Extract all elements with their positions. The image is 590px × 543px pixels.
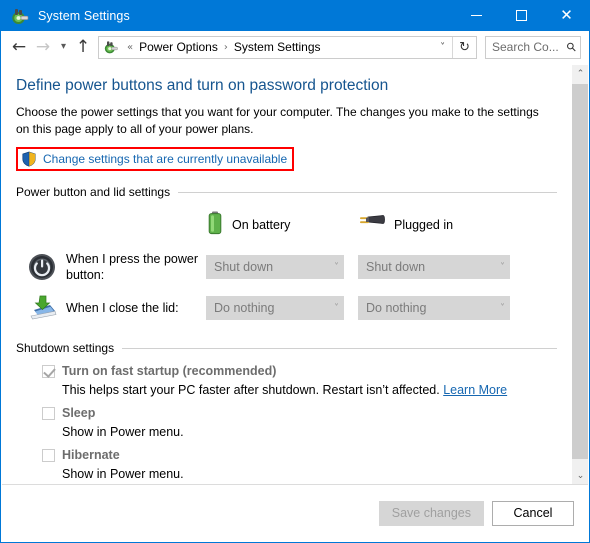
- close-lid-on-battery-cell: Do nothing ˅: [206, 296, 358, 320]
- checkbox-sleep[interactable]: [42, 406, 55, 420]
- maximize-button[interactable]: [499, 0, 544, 31]
- close-lid-plugged-in-cell: Do nothing ˅: [358, 296, 510, 320]
- address-dropdown-icon[interactable]: ˅: [433, 42, 452, 53]
- chevron-down-icon: ˅: [334, 302, 339, 314]
- list-item: Turn on fast startup (recommended) This …: [42, 361, 557, 400]
- checkbox-sleep-label: Sleep: [62, 406, 96, 420]
- change-settings-link[interactable]: Change settings that are currently unava…: [43, 152, 287, 166]
- page-description: Choose the power settings that you want …: [16, 105, 539, 136]
- scroll-up-button[interactable]: ⌃: [572, 65, 588, 82]
- fast-startup-description-text: This helps start your PC faster after sh…: [62, 383, 444, 397]
- uac-shield-icon: [21, 151, 37, 167]
- scroll-down-button[interactable]: ⌄: [572, 467, 588, 484]
- chevron-down-icon: ˅: [500, 302, 505, 314]
- window-title: System Settings: [38, 8, 130, 23]
- dialog-footer: Save changes Cancel: [2, 484, 588, 541]
- section-divider: [122, 347, 557, 349]
- sleep-description: Show in Power menu.: [62, 425, 184, 439]
- title-bar: System Settings ✕: [1, 0, 589, 31]
- forward-arrow-icon[interactable]: →: [31, 35, 55, 59]
- shutdown-section-title: Shutdown settings: [16, 341, 115, 355]
- column-header-on-battery: On battery: [206, 210, 358, 241]
- page-title: Define power buttons and turn on passwor…: [16, 77, 389, 94]
- power-button-lid-group: Power button and lid settings On battery…: [16, 185, 557, 327]
- shutdown-options-list: Turn on fast startup (recommended) This …: [16, 361, 557, 484]
- power-settings-icon: [103, 39, 119, 55]
- checkbox-row-hibernate[interactable]: Hibernate: [42, 445, 557, 465]
- back-arrow-icon[interactable]: ←: [7, 35, 31, 59]
- column-header-plugged-in-label: Plugged in: [394, 218, 454, 232]
- shutdown-section-header: Shutdown settings: [16, 341, 557, 355]
- learn-more-link[interactable]: Learn More: [443, 383, 507, 397]
- list-item: Hibernate Show in Power menu.: [42, 445, 557, 484]
- checkbox-hibernate[interactable]: [42, 448, 55, 462]
- search-box[interactable]: Search Co... ⚲: [485, 35, 581, 59]
- battery-icon: [206, 210, 224, 241]
- laptop-lid-icon: [26, 292, 58, 324]
- hibernate-description: Show in Power menu.: [62, 467, 184, 481]
- dropdown-close-lid-on-battery-value: Do nothing: [214, 301, 275, 315]
- list-item: Sleep Show in Power menu.: [42, 403, 557, 442]
- cancel-button[interactable]: Cancel: [492, 500, 574, 526]
- checkbox-row-fast-startup[interactable]: Turn on fast startup (recommended): [42, 361, 557, 381]
- chevron-down-icon[interactable]: ▾: [55, 35, 72, 59]
- power-button-plugged-in-cell: Shut down ˅: [358, 255, 510, 279]
- power-button-on-battery-cell: Shut down ˅: [206, 255, 358, 279]
- breadcrumb-separator: ›: [223, 41, 228, 53]
- change-settings-highlight[interactable]: Change settings that are currently unava…: [16, 147, 295, 171]
- system-settings-window: System Settings ✕ ← → ▾ ↑ « Power Option…: [0, 0, 590, 543]
- column-header-on-battery-label: On battery: [232, 218, 291, 232]
- power-section-header: Power button and lid settings: [16, 185, 557, 199]
- minimize-button[interactable]: [454, 0, 499, 31]
- checkbox-row-sleep[interactable]: Sleep: [42, 403, 557, 423]
- dropdown-power-button-plugged-in-value: Shut down: [366, 260, 426, 274]
- power-button-row-label: When I press the power button:: [66, 252, 199, 282]
- window-controls: ✕: [454, 0, 589, 31]
- refresh-icon[interactable]: ↻: [453, 40, 476, 55]
- power-settings-table: On battery Plugged in When I press the p…: [16, 205, 557, 327]
- checkbox-fast-startup[interactable]: [42, 364, 55, 378]
- dropdown-close-lid-plugged-in-value: Do nothing: [366, 301, 427, 315]
- breadcrumb-item-system-settings[interactable]: System Settings: [232, 40, 323, 54]
- settings-scroll-area: Define power buttons and turn on passwor…: [2, 65, 571, 484]
- power-plug-icon: [358, 212, 386, 239]
- shutdown-settings-group: Shutdown settings Turn on fast startup (…: [16, 341, 557, 484]
- close-button[interactable]: ✕: [544, 0, 589, 31]
- content-pane: Define power buttons and turn on passwor…: [2, 65, 588, 484]
- address-toolbar: ← → ▾ ↑ « Power Options › System Setting…: [1, 31, 589, 64]
- dropdown-close-lid-plugged-in[interactable]: Do nothing ˅: [358, 296, 510, 320]
- dropdown-power-button-on-battery[interactable]: Shut down ˅: [206, 255, 344, 279]
- breadcrumb-item-power-options[interactable]: Power Options: [137, 40, 220, 54]
- setting-row-power-button: When I press the power button: Shut down…: [16, 245, 557, 289]
- column-header-plugged-in: Plugged in: [358, 212, 510, 239]
- chevron-down-icon: ˅: [334, 261, 339, 273]
- fast-startup-description: This helps start your PC faster after sh…: [42, 381, 557, 400]
- chevron-down-icon: ˅: [500, 261, 505, 273]
- search-input[interactable]: Search Co...: [492, 40, 567, 54]
- power-button-icon: [26, 251, 58, 283]
- dropdown-power-button-on-battery-value: Shut down: [214, 260, 274, 274]
- up-arrow-icon[interactable]: ↑: [72, 35, 94, 59]
- save-changes-button[interactable]: Save changes: [378, 500, 484, 526]
- vertical-scrollbar[interactable]: ⌃ ⌄: [571, 65, 588, 484]
- checkbox-hibernate-label: Hibernate: [62, 448, 120, 462]
- section-divider: [178, 191, 557, 193]
- power-section-title: Power button and lid settings: [16, 185, 171, 199]
- power-table-header-row: On battery Plugged in: [16, 205, 557, 245]
- power-settings-icon: [10, 6, 30, 26]
- scrollbar-thumb[interactable]: [572, 84, 588, 459]
- power-button-row-label-cell: When I press the power button:: [16, 251, 206, 283]
- dropdown-close-lid-on-battery[interactable]: Do nothing ˅: [206, 296, 344, 320]
- dropdown-power-button-plugged-in[interactable]: Shut down ˅: [358, 255, 510, 279]
- breadcrumb-prefix: «: [127, 41, 134, 53]
- checkbox-fast-startup-label: Turn on fast startup (recommended): [62, 364, 277, 378]
- close-lid-row-label: When I close the lid:: [66, 301, 179, 315]
- address-bar[interactable]: « Power Options › System Settings ˅ ↻: [98, 35, 477, 59]
- setting-row-close-lid: When I close the lid: Do nothing ˅ Do no…: [16, 289, 557, 327]
- close-lid-row-label-cell: When I close the lid:: [16, 292, 206, 324]
